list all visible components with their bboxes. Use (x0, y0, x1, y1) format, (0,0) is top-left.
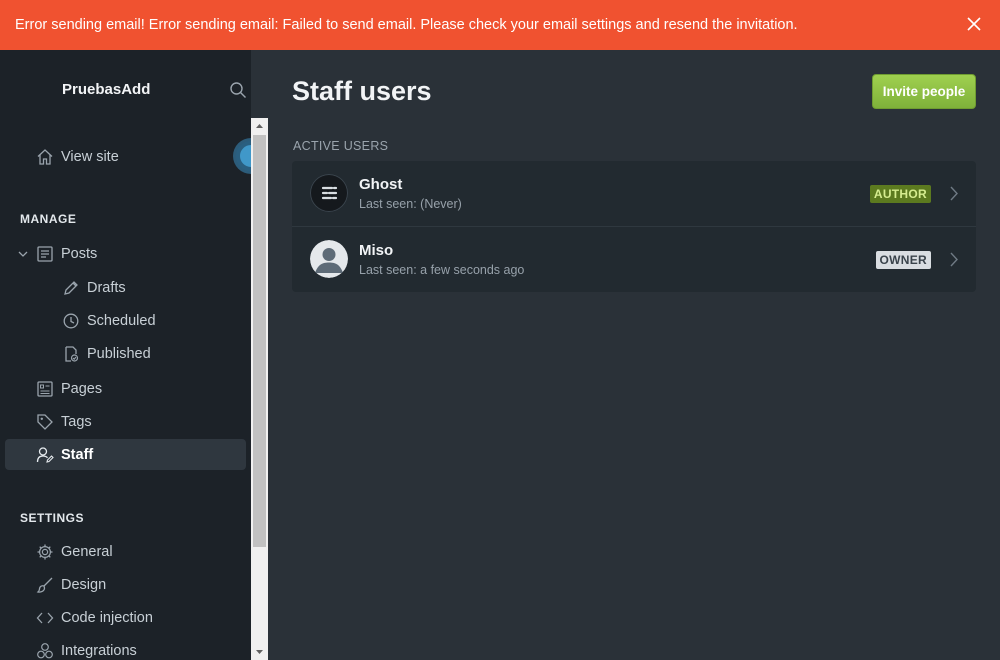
sidebar-item-scheduled[interactable]: Scheduled (5, 305, 246, 336)
clock-icon (63, 313, 79, 328)
close-icon[interactable] (966, 16, 982, 32)
home-icon (37, 148, 53, 165)
error-banner: Error sending email! Error sending email… (0, 0, 1000, 50)
pages-icon (37, 380, 53, 397)
sidebar-item-label: Tags (61, 413, 92, 430)
role-badge: OWNER (875, 251, 931, 269)
sidebar-item-label: Drafts (87, 279, 126, 296)
sidebar-item-label: Design (61, 576, 107, 593)
sidebar-item-design[interactable]: Design (5, 569, 246, 600)
pencil-icon (64, 280, 78, 295)
sidebar-item-tags[interactable]: Tags (5, 406, 246, 437)
sidebar-item-label: Integrations (61, 642, 137, 659)
sidebar-item-pages[interactable]: Pages (5, 373, 246, 404)
sidebar-item-code-injection[interactable]: Code injection (5, 602, 246, 633)
scrollbar-thumb[interactable] (253, 135, 266, 547)
tag-icon (37, 413, 53, 430)
gear-icon (37, 544, 53, 559)
scroll-down-arrow-icon[interactable] (251, 643, 268, 660)
sidebar-item-label: Scheduled (87, 312, 156, 329)
sidebar-item-label: Staff (61, 446, 94, 463)
sidebar-item-staff[interactable]: Staff (5, 439, 246, 470)
settings-heading: SETTINGS (20, 511, 85, 525)
user-list: Ghost Last seen: (Never) AUTHOR Miso Las… (292, 161, 976, 292)
role-badge: AUTHOR (869, 185, 931, 203)
site-brand[interactable]: PruebasAdd (62, 81, 150, 98)
scroll-up-arrow-icon[interactable] (251, 118, 268, 135)
main-content: Staff users Invite people ACTIVE USERS G… (268, 50, 1000, 660)
sidebar-item-label: Published (87, 345, 151, 362)
sidebar-item-label: View site (61, 148, 119, 165)
integrations-icon (37, 642, 53, 658)
ghost-logo-icon (310, 174, 348, 212)
sidebar-item-posts[interactable]: Posts (5, 238, 246, 269)
sidebar-item-general[interactable]: General (5, 536, 246, 567)
list-item[interactable]: Miso Last seen: a few seconds ago OWNER (292, 227, 976, 292)
sidebar-item-drafts[interactable]: Drafts (5, 272, 246, 303)
brush-icon (36, 577, 53, 593)
sidebar-scrollbar[interactable] (251, 118, 268, 660)
sidebar-item-label: Code injection (61, 609, 153, 626)
chevron-right-icon (950, 186, 958, 201)
published-icon (65, 345, 79, 362)
code-icon (36, 612, 54, 623)
chevron-down-icon[interactable] (17, 245, 29, 263)
search-icon[interactable] (229, 81, 247, 99)
default-user-icon (310, 240, 348, 278)
page-title: Staff users (292, 76, 432, 106)
sidebar-item-label: General (61, 543, 113, 560)
invite-people-button[interactable]: Invite people (872, 74, 976, 109)
posts-icon (37, 245, 53, 262)
sidebar-item-published[interactable]: Published (5, 338, 246, 369)
user-last-seen: Last seen: (Never) (359, 197, 462, 211)
staff-icon (36, 446, 54, 463)
manage-heading: MANAGE (20, 212, 77, 226)
user-last-seen: Last seen: a few seconds ago (359, 263, 525, 277)
user-name: Miso (359, 242, 394, 259)
error-message: Error sending email! Error sending email… (15, 17, 798, 33)
user-name: Ghost (359, 176, 403, 193)
sidebar-item-view-site[interactable]: View site (5, 141, 246, 172)
sidebar-item-label: Posts (61, 245, 98, 262)
list-item[interactable]: Ghost Last seen: (Never) AUTHOR (292, 161, 976, 227)
chevron-right-icon (950, 252, 958, 267)
sidebar-item-label: Pages (61, 380, 103, 397)
sidebar: PruebasAdd View site MANAGE Posts Drafts (0, 50, 251, 660)
active-users-heading: ACTIVE USERS (293, 139, 389, 153)
sidebar-item-integrations[interactable]: Integrations (5, 635, 246, 660)
